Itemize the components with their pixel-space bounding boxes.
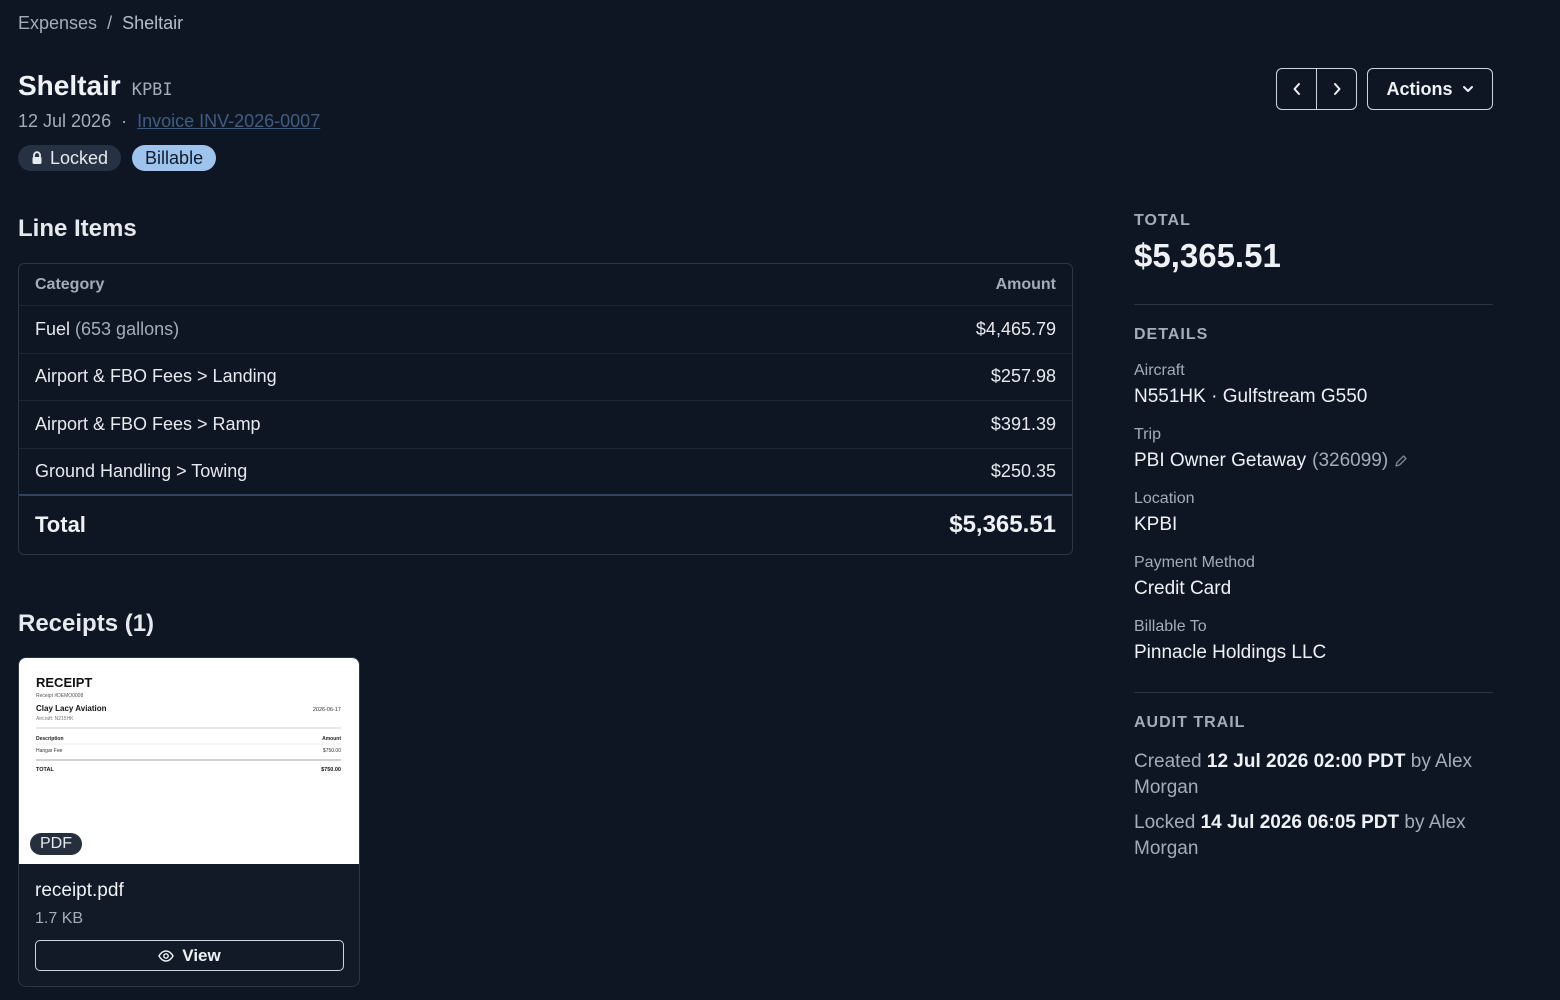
airport-code: KPBI <box>131 80 173 100</box>
audit-entry: Created 12 Jul 2026 02:00 PDT by Alex Mo… <box>1134 749 1493 801</box>
table-row: Ground Handling > Towing $250.35 <box>19 449 1072 496</box>
actions-menu-button[interactable]: Actions <box>1367 68 1493 110</box>
breadcrumb-expenses-link[interactable]: Expenses <box>18 13 97 34</box>
row-amount: $4,465.79 <box>975 318 1056 339</box>
previous-button[interactable] <box>1277 69 1316 109</box>
line-items-heading: Line Items <box>18 215 137 242</box>
location-value: KPBI <box>1134 514 1178 535</box>
table-total-row: Total $5,365.51 <box>19 496 1072 554</box>
view-receipt-button[interactable]: View <box>35 940 344 971</box>
table-row: Airport & FBO Fees > Landing $257.98 <box>19 354 1072 401</box>
table-row: Airport & FBO Fees > Ramp $391.39 <box>19 401 1072 449</box>
audit-action: Created <box>1134 751 1202 772</box>
page-header: Sheltair KPBI <box>18 70 173 102</box>
row-amount: $257.98 <box>990 366 1056 387</box>
trip-id: (326099) <box>1312 450 1389 471</box>
record-navigation <box>1276 68 1357 110</box>
receipt-preview[interactable]: RECEIPT Receipt #DEMO0008 Clay Lacy Avia… <box>19 658 359 864</box>
aircraft-value: N551HK · Gulfstream G550 <box>1134 386 1368 407</box>
total-amount: $5,365.51 <box>949 511 1056 538</box>
audit-timestamp: 14 Jul 2026 06:05 PDT <box>1200 812 1400 833</box>
view-label: View <box>182 945 221 965</box>
meta-separator: · <box>121 111 128 131</box>
row-amount: $391.39 <box>990 413 1056 434</box>
locked-badge: Locked <box>18 145 122 171</box>
preview-line-desc: Hangar Fee <box>36 748 63 754</box>
billable-to-label: Billable To <box>1134 618 1207 635</box>
preview-total-amount: $750.00 <box>321 767 341 773</box>
divider <box>1134 304 1493 305</box>
expense-meta: 12 Jul 2026 · Invoice INV-2026-0007 <box>18 111 320 132</box>
divider <box>1134 692 1493 693</box>
preview-aircraft: Aircraft: N215HK <box>36 716 74 722</box>
aircraft-label: Aircraft <box>1134 362 1185 379</box>
next-button[interactable] <box>1316 69 1356 109</box>
page-title: Sheltair <box>18 70 121 101</box>
preview-col-amount: Amount <box>322 736 341 742</box>
row-category: Fuel (653 gallons) <box>35 319 179 340</box>
breadcrumb-current: Sheltair <box>122 13 184 33</box>
preview-line-amount: $750.00 <box>323 748 341 754</box>
table-header: Category Amount <box>19 264 1072 306</box>
payment-method-value: Credit Card <box>1134 578 1232 599</box>
file-type-badge: PDF <box>30 833 82 855</box>
details-section-label: DETAILS <box>1134 326 1209 343</box>
column-amount: Amount <box>995 275 1056 293</box>
audit-entry: Locked 14 Jul 2026 06:05 PDT by Alex Mor… <box>1134 810 1493 862</box>
locked-badge-label: Locked <box>50 147 109 168</box>
row-category-text: Fuel <box>35 318 71 339</box>
audit-trail-label: AUDIT TRAIL <box>1134 714 1246 731</box>
expense-date: 12 Jul 2026 <box>18 111 112 131</box>
line-items-table: Category Amount Fuel (653 gallons) $4,46… <box>18 263 1073 555</box>
eye-icon <box>158 949 175 962</box>
breadcrumb-separator: / <box>107 13 113 33</box>
column-category: Category <box>35 275 105 293</box>
row-amount: $250.35 <box>990 460 1056 481</box>
preview-heading: RECEIPT <box>36 675 92 690</box>
lock-icon <box>32 151 42 164</box>
billable-badge: Billable <box>132 145 217 171</box>
chevron-right-icon <box>1333 83 1340 95</box>
receipts-heading: Receipts (1) <box>18 610 155 637</box>
receipt-card[interactable]: RECEIPT Receipt #DEMO0008 Clay Lacy Avia… <box>18 657 360 987</box>
audit-action: Locked <box>1134 812 1196 833</box>
trip-value: PBI Owner Getaway (326099) <box>1134 450 1408 472</box>
total-label: Total <box>35 512 86 537</box>
preview-date: 2026-06-17 <box>313 707 341 713</box>
preview-col-description: Description <box>36 736 64 742</box>
chevron-down-icon <box>1462 86 1473 92</box>
file-name: receipt.pdf <box>35 880 124 901</box>
billable-to-value: Pinnacle Holdings LLC <box>1134 642 1327 663</box>
actions-label: Actions <box>1386 78 1453 99</box>
invoice-link[interactable]: Invoice INV-2026-0007 <box>137 111 320 132</box>
trip-name[interactable]: PBI Owner Getaway <box>1134 450 1306 472</box>
total-section-label: TOTAL <box>1134 212 1191 229</box>
preview-number: Receipt #DEMO0008 <box>36 693 83 699</box>
status-badges: Locked Billable <box>18 145 217 171</box>
trip-label: Trip <box>1134 426 1161 443</box>
breadcrumb: Expenses / Sheltair <box>18 13 183 34</box>
row-category: Airport & FBO Fees > Ramp <box>35 413 261 434</box>
preview-total-label: TOTAL <box>36 767 54 773</box>
preview-vendor: Clay Lacy Aviation <box>36 704 107 713</box>
audit-timestamp: 12 Jul 2026 02:00 PDT <box>1206 751 1406 772</box>
row-category: Ground Handling > Towing <box>35 460 248 481</box>
location-label: Location <box>1134 490 1195 507</box>
table-row: Fuel (653 gallons) $4,465.79 <box>19 306 1072 354</box>
row-category-note: (653 gallons) <box>75 318 180 339</box>
chevron-left-icon <box>1293 83 1300 95</box>
row-category: Airport & FBO Fees > Landing <box>35 366 277 387</box>
file-size: 1.7 KB <box>35 910 84 927</box>
pencil-icon[interactable] <box>1394 454 1408 468</box>
total-value: $5,365.51 <box>1134 237 1281 274</box>
expense-detail-page: Expenses / Sheltair Sheltair KPBI 12 Jul… <box>0 0 1560 1000</box>
payment-method-label: Payment Method <box>1134 554 1255 571</box>
